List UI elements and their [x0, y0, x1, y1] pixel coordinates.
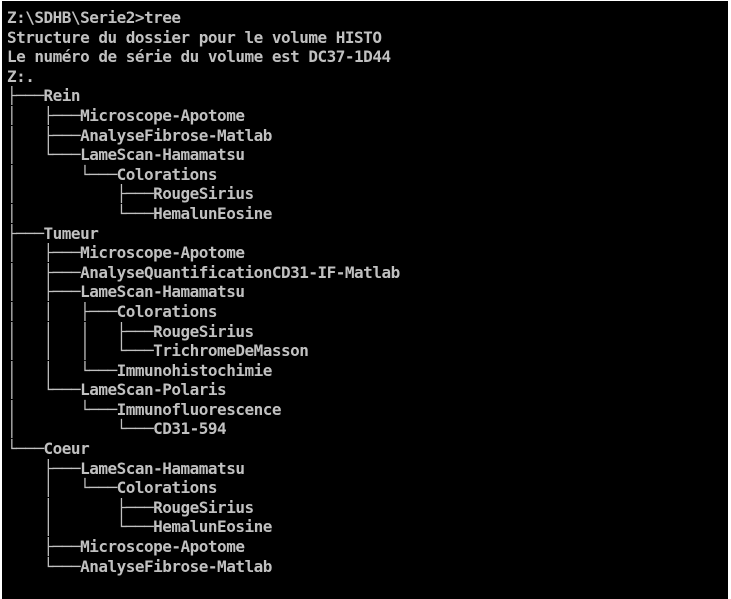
console-output-line: Le numéro de série du volume est DC37-1D…	[7, 47, 391, 67]
tree-line: │ └───LameScan-Hamamatsu	[7, 145, 245, 165]
tree-line: │ ├───RougeSirius	[7, 497, 255, 517]
tree-line: │ └───Colorations	[7, 478, 218, 498]
tree-line: │ ├───AnalyseFibrose-Matlab	[7, 125, 272, 145]
tree-line: │ │ │ └───TrichromeDeMasson	[7, 341, 309, 361]
console-output-area[interactable]: Z:\SDHB\Serie2>tree Structure du dossier …	[2, 1, 728, 599]
tree-line: │ └───HemalunEosine	[7, 517, 273, 537]
tree-line: │ ├───LameScan-Hamamatsu	[7, 282, 245, 302]
tree-line: ├───LameScan-Hamamatsu	[7, 458, 245, 478]
console-output-line: Structure du dossier pour le volume HIST…	[7, 27, 382, 47]
tree-line: │ └───Immunofluorescence	[7, 399, 281, 419]
console-window: Z:\SDHB\Serie2>tree Structure du dossier …	[0, 0, 731, 599]
tree-line: │ └───CD31-594	[7, 419, 227, 439]
tree-line: ├───Tumeur	[7, 223, 99, 243]
tree-line: └───AnalyseFibrose-Matlab	[7, 556, 273, 576]
tree-line: │ │ └───Immunohistochimie	[7, 360, 272, 380]
tree-line: └───Coeur	[7, 439, 90, 459]
tree-line: │ └───LameScan-Polaris	[7, 380, 227, 400]
tree-line: │ │ │ ├───RougeSirius	[7, 321, 254, 341]
tree-line: │ ├───Microscope-Apotome	[7, 243, 245, 263]
tree-line: ├───Rein	[7, 86, 81, 106]
tree-line: │ │ ├───Colorations	[7, 301, 218, 321]
tree-line: │ └───Colorations	[7, 164, 218, 184]
tree-line: │ ├───AnalyseQuantificationCD31-IF-Matla…	[7, 262, 400, 282]
tree-line: │ ├───RougeSirius	[7, 184, 254, 204]
console-command-line: Z:\SDHB\Serie2>tree	[7, 8, 181, 27]
tree-line: │ └───HemalunEosine	[7, 203, 272, 223]
tree-line: ├───Microscope-Apotome	[7, 537, 245, 557]
console-text: Z:\SDHB\Serie2>tree Structure du dossier …	[7, 8, 400, 576]
tree-line: │ ├───Microscope-Apotome	[7, 105, 245, 125]
tree-root-line: Z:.	[7, 66, 35, 86]
